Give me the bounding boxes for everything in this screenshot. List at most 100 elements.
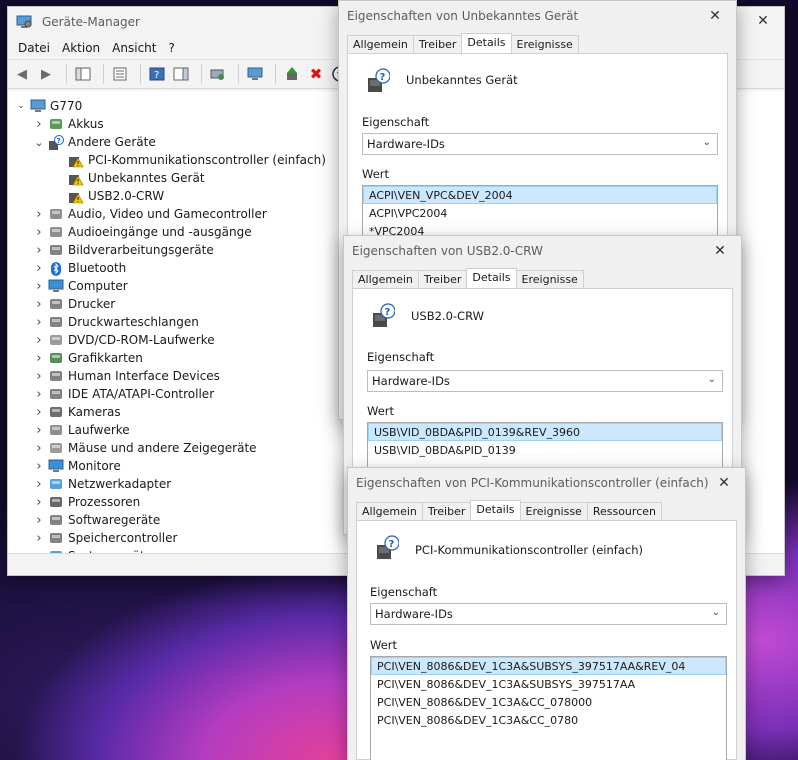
tree-category-item[interactable]: › Computer (32, 277, 127, 295)
list-item[interactable]: ACPI\VEN_VPC&DEV_2004 (363, 186, 717, 204)
chevron-right-icon[interactable]: › (32, 261, 46, 276)
tab-details[interactable]: Details (470, 500, 521, 521)
update-driver-icon[interactable] (282, 64, 302, 84)
tab-ereignisse[interactable]: Ereignisse (515, 270, 584, 288)
tab-details[interactable]: Details (461, 33, 512, 54)
computer-icon (30, 99, 46, 112)
property-dropdown[interactable]: Hardware-IDs ⌄ (370, 603, 727, 625)
list-item[interactable]: USB\VID_0BDA&PID_0139 (368, 441, 722, 459)
tab-ereignisse[interactable]: Ereignisse (519, 502, 588, 520)
tree-category-item[interactable]: › Netzwerkadapter (32, 475, 171, 493)
tree-item-label: Laufwerke (68, 423, 130, 437)
chevron-right-icon[interactable]: › (32, 243, 46, 258)
chevron-right-icon[interactable]: › (32, 207, 46, 222)
close-icon[interactable]: ✕ (694, 1, 736, 31)
list-item[interactable]: PCI\VEN_8086&DEV_1C3A&CC_078000 (371, 693, 726, 711)
tree-root[interactable]: ⌄ G770 (14, 97, 82, 115)
dialog-titlebar[interactable]: Eigenschaften von USB2.0-CRW ✕ (344, 236, 741, 266)
tree-category-item[interactable]: › Bildverarbeitungsgeräte (32, 241, 213, 259)
list-item[interactable]: PCI\VEN_8086&DEV_1C3A&SUBSYS_397517AA&RE… (371, 657, 726, 675)
tab-treiber[interactable]: Treiber (417, 270, 468, 288)
tree-category-item[interactable]: › IDE ATA/ATAPI-Controller (32, 385, 214, 403)
forward-arrow-icon[interactable]: ▶ (36, 64, 56, 84)
dialog-titlebar[interactable]: Eigenschaften von Unbekanntes Gerät ✕ (339, 1, 736, 31)
tree-category-item[interactable]: › Grafikkarten (32, 349, 142, 367)
tree-category-item[interactable]: › Monitore (32, 457, 120, 475)
chevron-down-icon[interactable]: ⌄ (32, 136, 46, 149)
tree-category-item[interactable]: › Akkus (32, 115, 103, 133)
tree-category-item[interactable]: › Mäuse und andere Zeigegeräte (32, 439, 256, 457)
chevron-right-icon[interactable]: › (32, 279, 46, 294)
tree-category-item[interactable]: › Softwaregeräte (32, 511, 160, 529)
tree-device-item[interactable]: Unbekanntes Gerät (66, 169, 205, 187)
tree-category-item[interactable]: › Kameras (32, 403, 120, 421)
chevron-right-icon[interactable]: › (32, 225, 46, 240)
tab-allgemein[interactable]: Allgemein (352, 270, 419, 288)
menu-ansicht[interactable]: Ansicht (106, 41, 162, 55)
tree-category-item[interactable]: › Speichercontroller (32, 529, 177, 547)
chevron-right-icon[interactable]: › (32, 387, 46, 402)
show-hide-console-tree-icon[interactable] (73, 64, 93, 84)
close-icon[interactable]: ✕ (699, 236, 741, 266)
menu-help[interactable]: ? (162, 41, 180, 55)
menu-aktion[interactable]: Aktion (56, 41, 106, 55)
toolbar-separator (201, 64, 202, 84)
chevron-right-icon[interactable]: › (32, 459, 46, 474)
printer-icon (48, 297, 64, 311)
tree-category-item[interactable]: › Bluetooth (32, 259, 126, 277)
action-pane-icon[interactable] (171, 64, 191, 84)
chevron-right-icon[interactable]: › (32, 405, 46, 420)
tab-ereignisse[interactable]: Ereignisse (510, 35, 579, 53)
list-item[interactable]: PCI\VEN_8086&DEV_1C3A&CC_0780 (371, 711, 726, 729)
chevron-right-icon[interactable]: › (32, 441, 46, 456)
chevron-right-icon[interactable]: › (32, 423, 46, 438)
chevron-right-icon[interactable]: › (32, 369, 46, 384)
tree-device-item[interactable]: USB2.0-CRW (66, 187, 164, 205)
chevron-right-icon[interactable]: › (32, 477, 46, 492)
tree-category-item[interactable]: › Prozessoren (32, 493, 140, 511)
tab-allgemein[interactable]: Allgemein (356, 502, 423, 520)
list-item[interactable]: ACPI\VPC2004 (363, 204, 717, 222)
tab-allgemein[interactable]: Allgemein (347, 35, 414, 53)
help-icon[interactable]: ? (147, 64, 167, 84)
property-dropdown[interactable]: Hardware-IDs ⌄ (362, 133, 718, 155)
tree-device-item[interactable]: PCI-Kommunikationscontroller (einfach) (66, 151, 326, 169)
tab-ressourcen[interactable]: Ressourcen (586, 502, 662, 520)
toolbar-separator (275, 64, 276, 84)
list-item[interactable]: USB\VID_0BDA&PID_0139&REV_3960 (368, 423, 722, 441)
chevron-right-icon[interactable]: › (32, 513, 46, 528)
close-icon[interactable]: ✕ (742, 6, 784, 36)
chevron-right-icon[interactable]: › (32, 117, 46, 132)
properties-icon[interactable] (110, 64, 130, 84)
menu-datei[interactable]: Datei (12, 41, 56, 55)
tree-category-item[interactable]: › Laufwerke (32, 421, 130, 439)
chevron-right-icon[interactable]: › (32, 315, 46, 330)
tree-category-item[interactable]: › DVD/CD-ROM-Laufwerke (32, 331, 214, 349)
tree-category-item[interactable]: › Drucker (32, 295, 115, 313)
property-dropdown[interactable]: Hardware-IDs ⌄ (367, 370, 723, 392)
scan-hardware-icon[interactable] (208, 64, 228, 84)
chevron-right-icon[interactable]: › (32, 495, 46, 510)
chevron-right-icon[interactable]: › (32, 351, 46, 366)
monitor-device-icon[interactable] (245, 64, 265, 84)
tab-details[interactable]: Details (466, 268, 517, 289)
tab-treiber[interactable]: Treiber (412, 35, 463, 53)
tree-category-item[interactable]: › Human Interface Devices (32, 367, 220, 385)
tree-category-item[interactable]: › Audio, Video und Gamecontroller (32, 205, 266, 223)
tree-category-item[interactable]: ⌄? Andere Geräte (32, 133, 156, 151)
value-listbox[interactable]: PCI\VEN_8086&DEV_1C3A&SUBSYS_397517AA&RE… (370, 656, 727, 760)
chevron-right-icon[interactable]: › (32, 333, 46, 348)
webcam-icon (48, 405, 64, 419)
close-icon[interactable]: ✕ (703, 468, 745, 498)
tree-category-item[interactable]: › Druckwarteschlangen (32, 313, 198, 331)
chevron-right-icon[interactable]: › (32, 297, 46, 312)
chevron-right-icon[interactable]: › (32, 531, 46, 546)
list-item[interactable]: PCI\VEN_8086&DEV_1C3A&SUBSYS_397517AA (371, 675, 726, 693)
dialog-titlebar[interactable]: Eigenschaften von PCI-Kommunikationscont… (348, 468, 745, 498)
uninstall-device-icon[interactable]: ✖ (306, 64, 326, 84)
back-arrow-icon[interactable]: ◀ (12, 64, 32, 84)
network-adapter-icon (48, 477, 64, 491)
tree-category-item[interactable]: › Audioeingänge und -ausgänge (32, 223, 251, 241)
chevron-down-icon[interactable]: ⌄ (14, 101, 28, 111)
tab-treiber[interactable]: Treiber (421, 502, 472, 520)
